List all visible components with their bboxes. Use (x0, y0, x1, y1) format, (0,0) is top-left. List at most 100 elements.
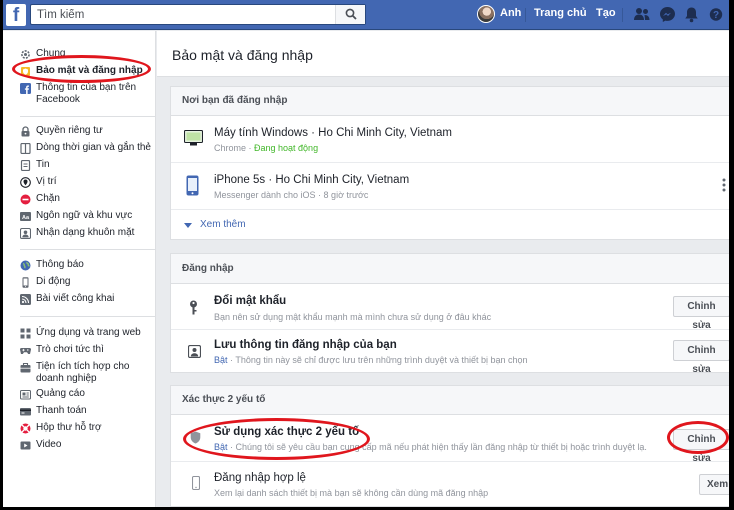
session-app: Chrome (214, 143, 247, 153)
top-navigation-bar: f Anh Trang chủ Tạo ? (3, 0, 729, 30)
sidebar-item-blocking[interactable]: Chặn (20, 193, 60, 205)
sidebar-item-support-inbox[interactable]: Hộp thư hỗ trợ (20, 422, 102, 434)
session-row[interactable]: iPhone 5s · Ho Chi Minh City, Vietnam Me… (171, 163, 729, 209)
sidebar-item-label: Quảng cáo (36, 388, 85, 399)
saved-login-icon (188, 345, 201, 358)
sidebar-item-business-integrations[interactable]: Tiện ích tích hợp cho doanh nghiệp (20, 361, 140, 385)
section-header: Đăng nhập (171, 254, 729, 284)
two-factor-row: Sử dụng xác thực 2 yếu tố Bật · Chúng tô… (171, 416, 729, 464)
sidebar-item-label: Ứng dụng và trang web (36, 327, 141, 338)
sidebar-item-privacy[interactable]: Quyền riêng tư (20, 125, 103, 137)
facebook-icon (20, 83, 31, 94)
page-title: Bảo mật và đăng nhập (172, 47, 313, 63)
two-factor-card: Xác thực 2 yếu tố Sử dụng xác thực 2 yếu… (170, 385, 729, 507)
sidebar-item-your-information[interactable]: Thông tin của bạn trên Facebook (20, 82, 150, 106)
sidebar-item-label: Nhận dạng khuôn mặt (36, 227, 135, 238)
two-factor-description: Bật · Chúng tôi sẽ yêu cầu bạn cung cấp … (214, 442, 647, 452)
messenger-icon[interactable] (659, 6, 676, 23)
see-more-label: Xem thêm (200, 219, 246, 230)
main-content: Bảo mật và đăng nhập Nơi bạn đã đăng nhậ… (157, 31, 729, 507)
sidebar-item-label: Vị trí (36, 176, 57, 187)
more-options-icon[interactable] (722, 178, 726, 192)
block-icon (20, 194, 31, 205)
edit-two-factor-button[interactable]: Chỉnh sửa (673, 429, 729, 464)
sidebar-item-security[interactable]: Bảo mật và đăng nhập (20, 65, 143, 77)
payment-icon (20, 408, 31, 416)
sidebar-item-face-recognition[interactable]: Nhận dạng khuôn mặt (20, 227, 134, 239)
profile-link[interactable]: Anh (500, 7, 521, 19)
sidebar-divider (20, 116, 156, 117)
key-icon (190, 300, 197, 315)
sidebar-item-label: Video (36, 439, 62, 450)
sidebar-item-location[interactable]: Vị trí (20, 176, 57, 188)
gear-icon (21, 50, 30, 59)
session-status: Đang hoạt động (254, 143, 319, 153)
sidebar-item-payments[interactable]: Thanh toán (20, 405, 87, 417)
create-link[interactable]: Tạo (596, 7, 616, 19)
authorized-logins-title: Đăng nhập hợp lệ (214, 472, 306, 484)
view-authorized-logins-button[interactable]: Xem (699, 474, 729, 495)
sidebar-item-instant-games[interactable]: Trò chơi tức thì (20, 344, 104, 356)
sidebar-divider (20, 316, 156, 317)
sidebar-item-mobile[interactable]: Di động (20, 276, 70, 288)
sidebar-item-videos[interactable]: Video (20, 439, 61, 451)
session-detail: Messenger dành cho iOS · 8 giờ trước (214, 190, 369, 200)
sidebar-item-apps[interactable]: Ứng dụng và trang web (20, 327, 141, 339)
home-link[interactable]: Trang chủ (534, 7, 587, 19)
sidebar-item-label: Tin (36, 159, 50, 170)
page-header: Bảo mật và đăng nhập (157, 31, 729, 77)
sidebar-item-label: Chặn (36, 193, 60, 204)
change-password-row: Đổi mật khẩu Bạn nên sử dụng mật khẩu mạ… (171, 285, 729, 331)
sidebar-item-timeline[interactable]: Dòng thời gian và gắn thẻ (20, 142, 151, 154)
settings-sidebar: Chung Bảo mật và đăng nhập Thông tin của… (3, 31, 156, 507)
mobile-icon (22, 277, 29, 288)
chevron-down-icon (184, 223, 192, 228)
sidebar-item-general[interactable]: Chung (20, 48, 65, 60)
globe-icon (20, 260, 31, 271)
sidebar-item-story[interactable]: Tin (20, 159, 50, 171)
rss-icon (20, 294, 31, 305)
language-icon: Aa (20, 212, 31, 221)
svg-text:Aa: Aa (22, 215, 30, 221)
sidebar-item-label: Hộp thư hỗ trợ (36, 422, 102, 433)
facebook-logo[interactable]: f (6, 4, 26, 26)
sidebar-item-language[interactable]: Aa Ngôn ngữ và khu vực (20, 210, 132, 222)
face-icon (20, 228, 31, 239)
search-box (30, 4, 366, 25)
session-detail: Chrome · Đang hoạt động (214, 143, 318, 153)
sidebar-item-label: Quyền riêng tư (36, 125, 103, 136)
see-more-link[interactable]: Xem thêm (171, 210, 729, 240)
sidebar-item-public-posts[interactable]: Bài viết công khai (20, 293, 114, 305)
help-icon[interactable]: ? (709, 6, 723, 23)
authorized-logins-row: Đăng nhập hợp lệ Xem lại danh sách thiết… (171, 462, 729, 507)
save-login-row: Lưu thông tin đăng nhập của bạn Bật · Th… (171, 330, 729, 375)
save-login-status: Bật (214, 355, 228, 365)
app-window: f Anh Trang chủ Tạo ? Chung Bảo mật và đ… (3, 0, 729, 507)
search-button[interactable] (335, 5, 365, 24)
sidebar-item-ads[interactable]: Quảng cáo (20, 388, 85, 400)
notifications-icon[interactable] (684, 6, 699, 23)
edit-password-button[interactable]: Chỉnh sửa (673, 296, 729, 331)
svg-text:?: ? (713, 10, 719, 21)
session-row[interactable]: Máy tính Windows · Ho Chi Minh City, Vie… (171, 117, 729, 162)
session-device: Máy tính Windows · Ho Chi Minh City, Vie… (214, 127, 452, 139)
avatar[interactable] (477, 5, 495, 23)
sidebar-item-notifications[interactable]: Thông báo (20, 259, 84, 271)
friend-requests-icon[interactable] (633, 6, 651, 22)
session-separator: · (246, 143, 255, 153)
save-login-description: Bật · Thông tin này sẽ chỉ được lưu trên… (214, 355, 528, 365)
sidebar-item-label: Thanh toán (36, 405, 87, 416)
video-icon (20, 441, 31, 450)
location-icon (20, 177, 31, 188)
edit-save-login-button[interactable]: Chỉnh sửa (673, 340, 729, 375)
apps-icon (20, 328, 31, 339)
search-icon (345, 8, 357, 20)
sidebar-item-label: Bài viết công khai (36, 293, 115, 304)
business-icon (20, 362, 31, 373)
save-login-text: · Thông tin này sẽ chỉ được lưu trên nhữ… (227, 355, 528, 365)
lock-icon (21, 126, 30, 137)
search-input[interactable] (31, 5, 336, 24)
shield-icon (21, 67, 30, 76)
two-factor-text: · Chúng tôi sẽ yêu cầu bạn cung cấp mã n… (227, 442, 647, 452)
nav-divider (525, 8, 526, 22)
